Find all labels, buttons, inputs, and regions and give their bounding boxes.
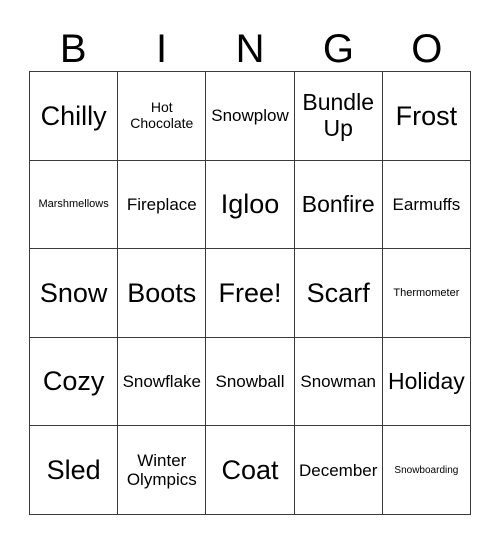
bingo-cell[interactable]: Snowman <box>294 337 383 427</box>
bingo-cell[interactable]: Igloo <box>206 160 295 250</box>
bingo-free-space-cell[interactable]: Free! <box>206 249 295 338</box>
bingo-cell-label: Coat <box>221 455 279 486</box>
bingo-header-letter-n: N <box>235 27 265 71</box>
bingo-cell[interactable]: Coat <box>206 426 295 515</box>
bingo-cell[interactable]: Cozy <box>30 337 119 427</box>
bingo-cell[interactable]: Marshmellows <box>30 160 119 250</box>
bingo-cell-label: Snowman <box>300 372 376 392</box>
bingo-cell[interactable]: Scarf <box>294 249 383 338</box>
bingo-card: B I N G O Chilly Hot Chocolate Snowplow Bun… <box>0 0 500 544</box>
bingo-cell[interactable]: December <box>294 426 383 515</box>
bingo-cell-label: December <box>298 460 378 480</box>
bingo-header-letter-i: I <box>156 27 168 71</box>
bingo-cell[interactable]: Snowboarding <box>382 426 471 515</box>
bingo-cell-label: Snow <box>39 277 108 308</box>
bingo-cell-label: Snowflake <box>122 372 201 392</box>
bingo-cell-label: Winter Olympics <box>126 451 197 490</box>
bingo-cell-label: Frost <box>395 100 458 131</box>
bingo-cell[interactable]: Chilly <box>30 72 119 161</box>
bingo-cell-label: Bundle Up <box>302 89 374 141</box>
bingo-cell[interactable]: Snowflake <box>118 337 207 427</box>
bingo-cell-label: Bonfire <box>301 190 375 217</box>
bingo-cell[interactable]: Winter Olympics <box>118 426 207 515</box>
bingo-cell[interactable]: Snowplow <box>206 72 295 161</box>
bingo-cell-label: Igloo <box>220 189 280 220</box>
bingo-cell-label: Earmuffs <box>392 194 461 214</box>
bingo-header-letter-g: G <box>322 27 354 71</box>
bingo-cell[interactable]: Fireplace <box>118 160 207 250</box>
bingo-cell-label: Sled <box>46 455 101 486</box>
bingo-cell-label: Holiday <box>388 367 465 394</box>
bingo-header-row: B I N G O <box>29 18 471 71</box>
bingo-cell-label: Thermometer <box>393 286 460 299</box>
bingo-cell[interactable]: Earmuffs <box>382 160 471 250</box>
bingo-cell-label: Snowboarding <box>394 464 459 476</box>
bingo-cell-label: Cozy <box>42 366 105 397</box>
bingo-cell-label: Scarf <box>306 277 370 308</box>
bingo-cell-label: Boots <box>127 277 197 308</box>
bingo-header-letter-b: B <box>59 27 87 71</box>
bingo-grid: Chilly Hot Chocolate Snowplow Bundle Up Fros… <box>29 71 471 515</box>
bingo-cell[interactable]: Thermometer <box>382 249 471 338</box>
bingo-cell-label: Fireplace <box>126 194 197 214</box>
bingo-header-letter-o: O <box>411 27 443 71</box>
bingo-cell[interactable]: Snow <box>30 249 119 338</box>
bingo-cell[interactable]: Frost <box>382 72 471 161</box>
bingo-cell-label: Hot Chocolate <box>130 99 194 131</box>
bingo-cell[interactable]: Sled <box>30 426 119 515</box>
bingo-cell[interactable]: Bundle Up <box>294 72 383 161</box>
bingo-cell-label: Marshmellows <box>38 198 109 211</box>
bingo-cell[interactable]: Bonfire <box>294 160 383 250</box>
bingo-cell[interactable]: Holiday <box>382 337 471 427</box>
bingo-cell-label: Free! <box>218 277 282 308</box>
bingo-cell-label: Snowplow <box>211 106 289 126</box>
bingo-cell[interactable]: Boots <box>118 249 207 338</box>
bingo-cell[interactable]: Hot Chocolate <box>118 72 207 161</box>
bingo-cell-label: Snowball <box>215 372 285 392</box>
bingo-cell[interactable]: Snowball <box>206 337 295 427</box>
bingo-cell-label: Chilly <box>40 100 107 131</box>
